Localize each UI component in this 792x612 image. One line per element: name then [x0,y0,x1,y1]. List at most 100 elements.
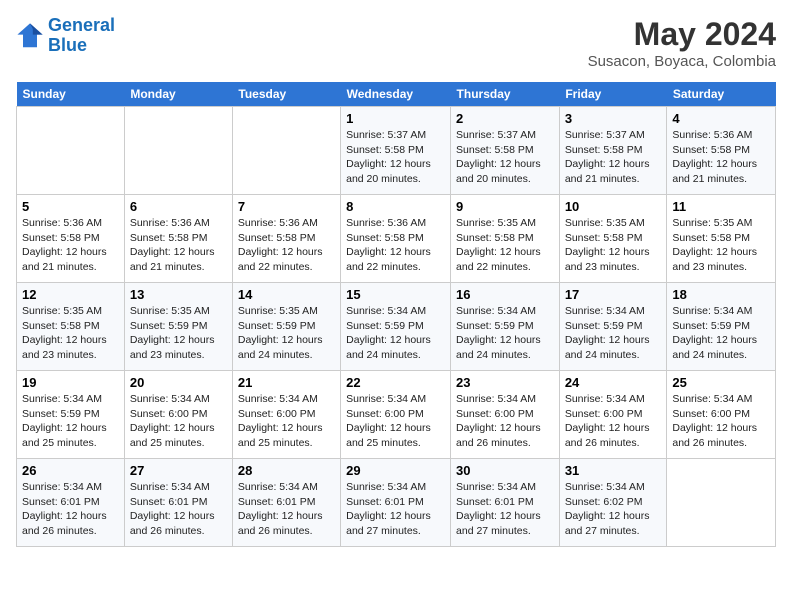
calendar-cell: 16Sunrise: 5:34 AMSunset: 5:59 PMDayligh… [451,283,560,371]
weekday-header: Monday [124,82,232,107]
day-number: 18 [672,287,770,302]
calendar-header: SundayMondayTuesdayWednesdayThursdayFrid… [17,82,776,107]
day-info: Sunrise: 5:34 AMSunset: 5:59 PMDaylight:… [456,304,554,363]
day-number: 10 [565,199,662,214]
weekday-header: Friday [559,82,667,107]
calendar-cell: 25 Sunrise: 5:34 AMSunset: 6:00 PMDayligh… [667,371,776,459]
calendar-cell: 21 Sunrise: 5:34 AMSunset: 6:00 PMDayligh… [232,371,340,459]
day-number: 5 [22,199,119,214]
weekday-row: SundayMondayTuesdayWednesdayThursdayFrid… [17,82,776,107]
day-info: Sunrise: 5:36 AMSunset: 5:58 PMDaylight:… [672,128,770,187]
calendar-cell: 5Sunrise: 5:36 AMSunset: 5:58 PMDaylight… [17,195,125,283]
day-number: 23 [456,375,554,390]
day-info: Sunrise: 5:35 AMSunset: 5:58 PMDaylight:… [456,216,554,275]
calendar-cell [232,107,340,195]
day-number: 7 [238,199,335,214]
logo-icon [16,22,44,50]
logo-line1: General [48,15,115,35]
logo-line2: Blue [48,35,87,55]
page-header: General Blue May 2024 Susacon, Boyaca, C… [16,16,776,70]
day-info: Sunrise: 5:36 AMSunset: 5:58 PMDaylight:… [346,216,445,275]
calendar-cell: 9Sunrise: 5:35 AMSunset: 5:58 PMDaylight… [451,195,560,283]
calendar-cell: 18 Sunrise: 5:34 AMSunset: 5:59 PMDayligh… [667,283,776,371]
calendar-cell: 7 Sunrise: 5:36 AMSunset: 5:58 PMDaylight… [232,195,340,283]
day-info: Sunrise: 5:34 AMSunset: 5:59 PMDaylight:… [565,304,662,363]
calendar-cell: 27Sunrise: 5:34 AMSunset: 6:01 PMDayligh… [124,459,232,547]
weekday-header: Sunday [17,82,125,107]
day-info: Sunrise: 5:36 AMSunset: 5:58 PMDaylight:… [130,216,227,275]
calendar-cell: 13 Sunrise: 5:35 AMSunset: 5:59 PMDayligh… [124,283,232,371]
calendar-cell: 11 Sunrise: 5:35 AMSunset: 5:58 PMDayligh… [667,195,776,283]
weekday-header: Tuesday [232,82,340,107]
day-number: 28 [238,463,335,478]
day-number: 13 [130,287,227,302]
day-info: Sunrise: 5:35 AMSunset: 5:58 PMDaylight:… [22,304,119,363]
weekday-header: Saturday [667,82,776,107]
day-info: Sunrise: 5:34 AMSunset: 6:00 PMDaylight:… [238,392,335,451]
day-info: Sunrise: 5:34 AMSunset: 6:00 PMDaylight:… [346,392,445,451]
calendar-cell: 28Sunrise: 5:34 AMSunset: 6:01 PMDayligh… [232,459,340,547]
day-number: 1 [346,111,445,126]
calendar-cell: 12 Sunrise: 5:35 AMSunset: 5:58 PMDayligh… [17,283,125,371]
calendar-week-row: 5 Sunrise: 5:36 AMSunset: 5:58 PMDaylight… [17,195,776,283]
day-info: Sunrise: 5:37 AMSunset: 5:58 PMDaylight:… [346,128,445,187]
day-info: Sunrise: 5:34 AMSunset: 5:59 PMDaylight:… [22,392,119,451]
calendar-cell: 31Sunrise: 5:34 AMSunset: 6:02 PMDayligh… [559,459,667,547]
day-info: Sunrise: 5:34 AMSunset: 6:01 PMDaylight:… [346,480,445,539]
calendar-week-row: 1 Sunrise: 5:37 AMSunset: 5:58 PMDaylight… [17,107,776,195]
weekday-header: Thursday [451,82,560,107]
calendar-cell: 4 Sunrise: 5:36 AMSunset: 5:58 PMDaylight… [667,107,776,195]
day-number: 11 [672,199,770,214]
calendar-cell: 29Sunrise: 5:34 AMSunset: 6:01 PMDayligh… [341,459,451,547]
calendar-cell: 24 Sunrise: 5:34 AMSunset: 6:00 PMDayligh… [559,371,667,459]
calendar-cell: 6 Sunrise: 5:36 AMSunset: 5:58 PMDaylight… [124,195,232,283]
day-number: 21 [238,375,335,390]
calendar-cell: 20 Sunrise: 5:34 AMSunset: 6:00 PMDayligh… [124,371,232,459]
day-info: Sunrise: 5:34 AMSunset: 6:01 PMDaylight:… [22,480,119,539]
calendar-cell: 17 Sunrise: 5:34 AMSunset: 5:59 PMDayligh… [559,283,667,371]
day-info: Sunrise: 5:34 AMSunset: 6:01 PMDaylight:… [456,480,554,539]
weekday-header: Wednesday [341,82,451,107]
day-info: Sunrise: 5:37 AMSunset: 5:58 PMDaylight:… [565,128,662,187]
day-info: Sunrise: 5:35 AMSunset: 5:59 PMDaylight:… [130,304,227,363]
day-info: Sunrise: 5:34 AMSunset: 6:00 PMDaylight:… [565,392,662,451]
calendar-body: 1 Sunrise: 5:37 AMSunset: 5:58 PMDaylight… [17,107,776,547]
day-number: 27 [130,463,227,478]
calendar-cell: 1 Sunrise: 5:37 AMSunset: 5:58 PMDaylight… [341,107,451,195]
day-info: Sunrise: 5:35 AMSunset: 5:58 PMDaylight:… [565,216,662,275]
calendar-cell: 15Sunrise: 5:34 AMSunset: 5:59 PMDayligh… [341,283,451,371]
day-number: 30 [456,463,554,478]
calendar-cell: 23Sunrise: 5:34 AMSunset: 6:00 PMDayligh… [451,371,560,459]
day-info: Sunrise: 5:37 AMSunset: 5:58 PMDaylight:… [456,128,554,187]
location-title: Susacon, Boyaca, Colombia [588,53,776,70]
day-number: 25 [672,375,770,390]
title-block: May 2024 Susacon, Boyaca, Colombia [588,16,776,70]
calendar-week-row: 19Sunrise: 5:34 AMSunset: 5:59 PMDayligh… [17,371,776,459]
day-number: 15 [346,287,445,302]
day-info: Sunrise: 5:35 AMSunset: 5:59 PMDaylight:… [238,304,335,363]
calendar-cell: 14Sunrise: 5:35 AMSunset: 5:59 PMDayligh… [232,283,340,371]
month-title: May 2024 [588,16,776,53]
day-number: 20 [130,375,227,390]
calendar-cell: 26Sunrise: 5:34 AMSunset: 6:01 PMDayligh… [17,459,125,547]
logo: General Blue [16,16,115,56]
calendar-cell: 22 Sunrise: 5:34 AMSunset: 6:00 PMDayligh… [341,371,451,459]
day-info: Sunrise: 5:34 AMSunset: 6:00 PMDaylight:… [672,392,770,451]
day-info: Sunrise: 5:35 AMSunset: 5:58 PMDaylight:… [672,216,770,275]
day-number: 24 [565,375,662,390]
day-number: 3 [565,111,662,126]
calendar-week-row: 12 Sunrise: 5:35 AMSunset: 5:58 PMDayligh… [17,283,776,371]
day-number: 22 [346,375,445,390]
calendar-cell: 2Sunrise: 5:37 AMSunset: 5:58 PMDaylight… [451,107,560,195]
calendar-cell: 19Sunrise: 5:34 AMSunset: 5:59 PMDayligh… [17,371,125,459]
calendar-cell [17,107,125,195]
day-info: Sunrise: 5:34 AMSunset: 5:59 PMDaylight:… [672,304,770,363]
day-number: 12 [22,287,119,302]
day-info: Sunrise: 5:34 AMSunset: 6:00 PMDaylight:… [130,392,227,451]
day-info: Sunrise: 5:36 AMSunset: 5:58 PMDaylight:… [238,216,335,275]
day-number: 6 [130,199,227,214]
calendar-week-row: 26Sunrise: 5:34 AMSunset: 6:01 PMDayligh… [17,459,776,547]
day-number: 4 [672,111,770,126]
day-number: 17 [565,287,662,302]
calendar-cell: 10 Sunrise: 5:35 AMSunset: 5:58 PMDayligh… [559,195,667,283]
